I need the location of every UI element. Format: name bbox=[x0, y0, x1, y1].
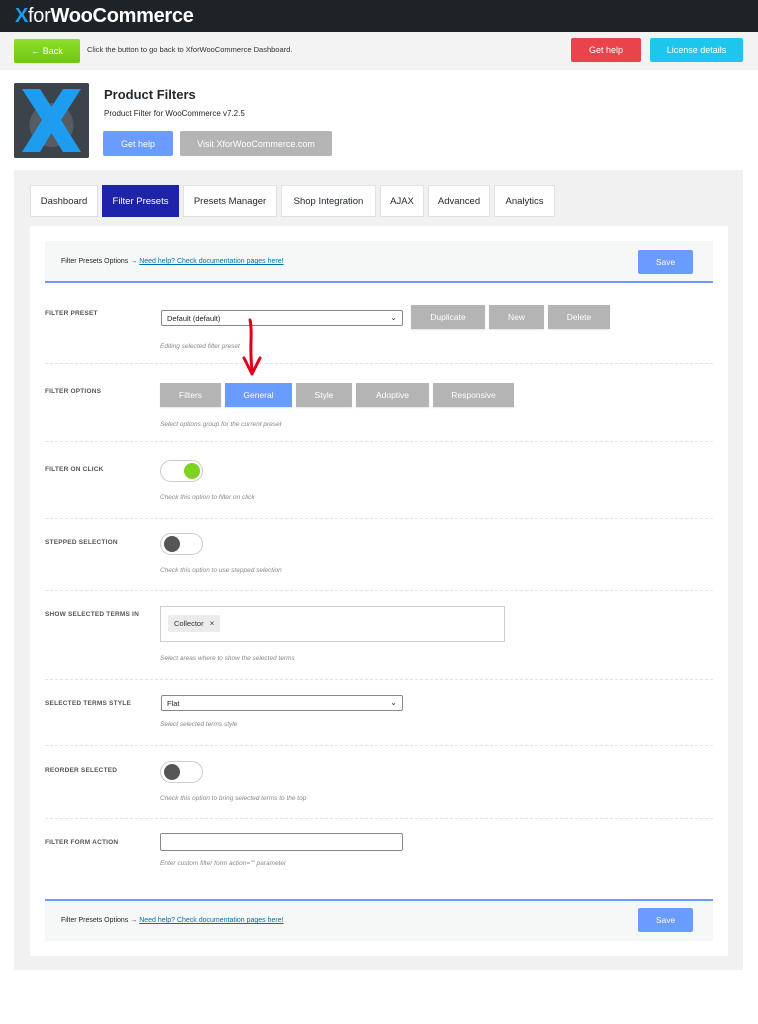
brand-logo: XforWooCommerce bbox=[15, 5, 194, 27]
get-help-button[interactable]: Get help bbox=[571, 38, 641, 62]
tab-ajax[interactable]: AJAX bbox=[380, 185, 424, 217]
stepped-selection-toggle[interactable] bbox=[160, 533, 203, 555]
duplicate-button[interactable]: Duplicate bbox=[411, 305, 485, 329]
documentation-link[interactable]: Need help? Check documentation pages her… bbox=[139, 258, 283, 265]
filter-on-click-label: FILTER ON CLICK bbox=[45, 466, 104, 473]
save-bar-bottom: Filter Presets Options → Need help? Chec… bbox=[45, 899, 713, 941]
divider bbox=[45, 363, 713, 364]
reorder-selected-toggle[interactable] bbox=[160, 761, 203, 783]
plugin-logo bbox=[14, 83, 89, 158]
filter-form-action-label: FILTER FORM ACTION bbox=[45, 839, 119, 846]
documentation-link[interactable]: Need help? Check documentation pages her… bbox=[139, 917, 283, 924]
options-filters-button[interactable]: Filters bbox=[160, 383, 221, 407]
selected-terms-style-desc: Select selected terms style bbox=[160, 721, 238, 728]
selected-tag: Collector × bbox=[168, 615, 221, 632]
toggle-knob bbox=[164, 764, 180, 780]
divider bbox=[45, 518, 713, 519]
annotation-arrow-icon bbox=[242, 318, 262, 376]
stepped-selection-desc: Check this option to use stepped selecti… bbox=[160, 567, 282, 574]
tab-filter-presets[interactable]: Filter Presets bbox=[102, 185, 179, 217]
back-button[interactable]: ← Back bbox=[14, 39, 80, 63]
selected-terms-style-label: SELECTED TERMS STYLE bbox=[45, 700, 131, 707]
tab-advanced[interactable]: Advanced bbox=[428, 185, 490, 217]
top-bar: XforWooCommerce bbox=[0, 0, 758, 32]
divider bbox=[45, 818, 713, 819]
divider bbox=[45, 745, 713, 746]
save-button[interactable]: Save bbox=[638, 908, 693, 932]
show-selected-terms-select[interactable]: Collector × bbox=[160, 606, 505, 642]
stepped-selection-label: STEPPED SELECTION bbox=[45, 539, 118, 546]
filter-on-click-toggle[interactable] bbox=[160, 460, 203, 482]
options-general-button[interactable]: General bbox=[225, 383, 292, 407]
filter-preset-label: FILTER PRESET bbox=[45, 310, 98, 317]
tab-shop-integration[interactable]: Shop Integration bbox=[281, 185, 376, 217]
divider bbox=[45, 590, 713, 591]
tab-dashboard[interactable]: Dashboard bbox=[30, 185, 98, 217]
license-details-button[interactable]: License details bbox=[650, 38, 743, 62]
save-bar-text: Filter Presets Options → Need help? Chec… bbox=[61, 258, 284, 265]
reorder-selected-label: REORDER SELECTED bbox=[45, 767, 118, 774]
show-selected-terms-label: SHOW SELECTED TERMS IN bbox=[45, 611, 139, 618]
plugin-title: Product Filters bbox=[104, 87, 196, 102]
options-style-button[interactable]: Style bbox=[296, 383, 352, 407]
back-hint: Click the button to go back to XforWooCo… bbox=[87, 45, 293, 54]
chevron-down-icon: ⌄ bbox=[390, 698, 397, 707]
divider bbox=[45, 679, 713, 680]
remove-tag-icon[interactable]: × bbox=[210, 619, 215, 628]
filter-options-desc: Select options group for the current pre… bbox=[160, 421, 282, 428]
toggle-knob bbox=[164, 536, 180, 552]
filter-form-action-desc: Enter custom filter form action="" param… bbox=[160, 860, 287, 867]
filter-options-label: FILTER OPTIONS bbox=[45, 388, 102, 395]
options-responsive-button[interactable]: Responsive bbox=[433, 383, 514, 407]
options-adoptive-button[interactable]: Adoptive bbox=[356, 383, 429, 407]
delete-preset-button[interactable]: Delete bbox=[548, 305, 610, 329]
new-preset-button[interactable]: New bbox=[489, 305, 544, 329]
save-bar-top: Filter Presets Options → Need help? Chec… bbox=[45, 241, 713, 283]
plugin-version: Product Filter for WooCommerce v7.2.5 bbox=[104, 109, 245, 118]
save-button[interactable]: Save bbox=[638, 250, 693, 274]
divider bbox=[45, 441, 713, 442]
show-selected-terms-desc: Select areas where to show the selected … bbox=[160, 655, 295, 662]
plugin-get-help-button[interactable]: Get help bbox=[103, 131, 173, 156]
selected-terms-style-select[interactable]: Flat ⌄ bbox=[161, 695, 403, 711]
chevron-down-icon: ⌄ bbox=[390, 313, 397, 322]
tab-analytics[interactable]: Analytics bbox=[494, 185, 555, 217]
save-bar-text: Filter Presets Options → Need help? Chec… bbox=[61, 917, 284, 924]
filter-form-action-input[interactable] bbox=[160, 833, 403, 851]
tab-presets-manager[interactable]: Presets Manager bbox=[183, 185, 277, 217]
toggle-knob bbox=[184, 463, 200, 479]
visit-site-button[interactable]: Visit XforWooCommerce.com bbox=[180, 131, 332, 156]
reorder-selected-desc: Check this option to bring selected term… bbox=[160, 795, 307, 802]
filter-on-click-desc: Check this option to filter on click bbox=[160, 494, 255, 501]
filter-preset-select[interactable]: Default (default) ⌄ bbox=[161, 310, 403, 326]
filter-preset-desc: Editing selected filter preset bbox=[160, 343, 240, 350]
